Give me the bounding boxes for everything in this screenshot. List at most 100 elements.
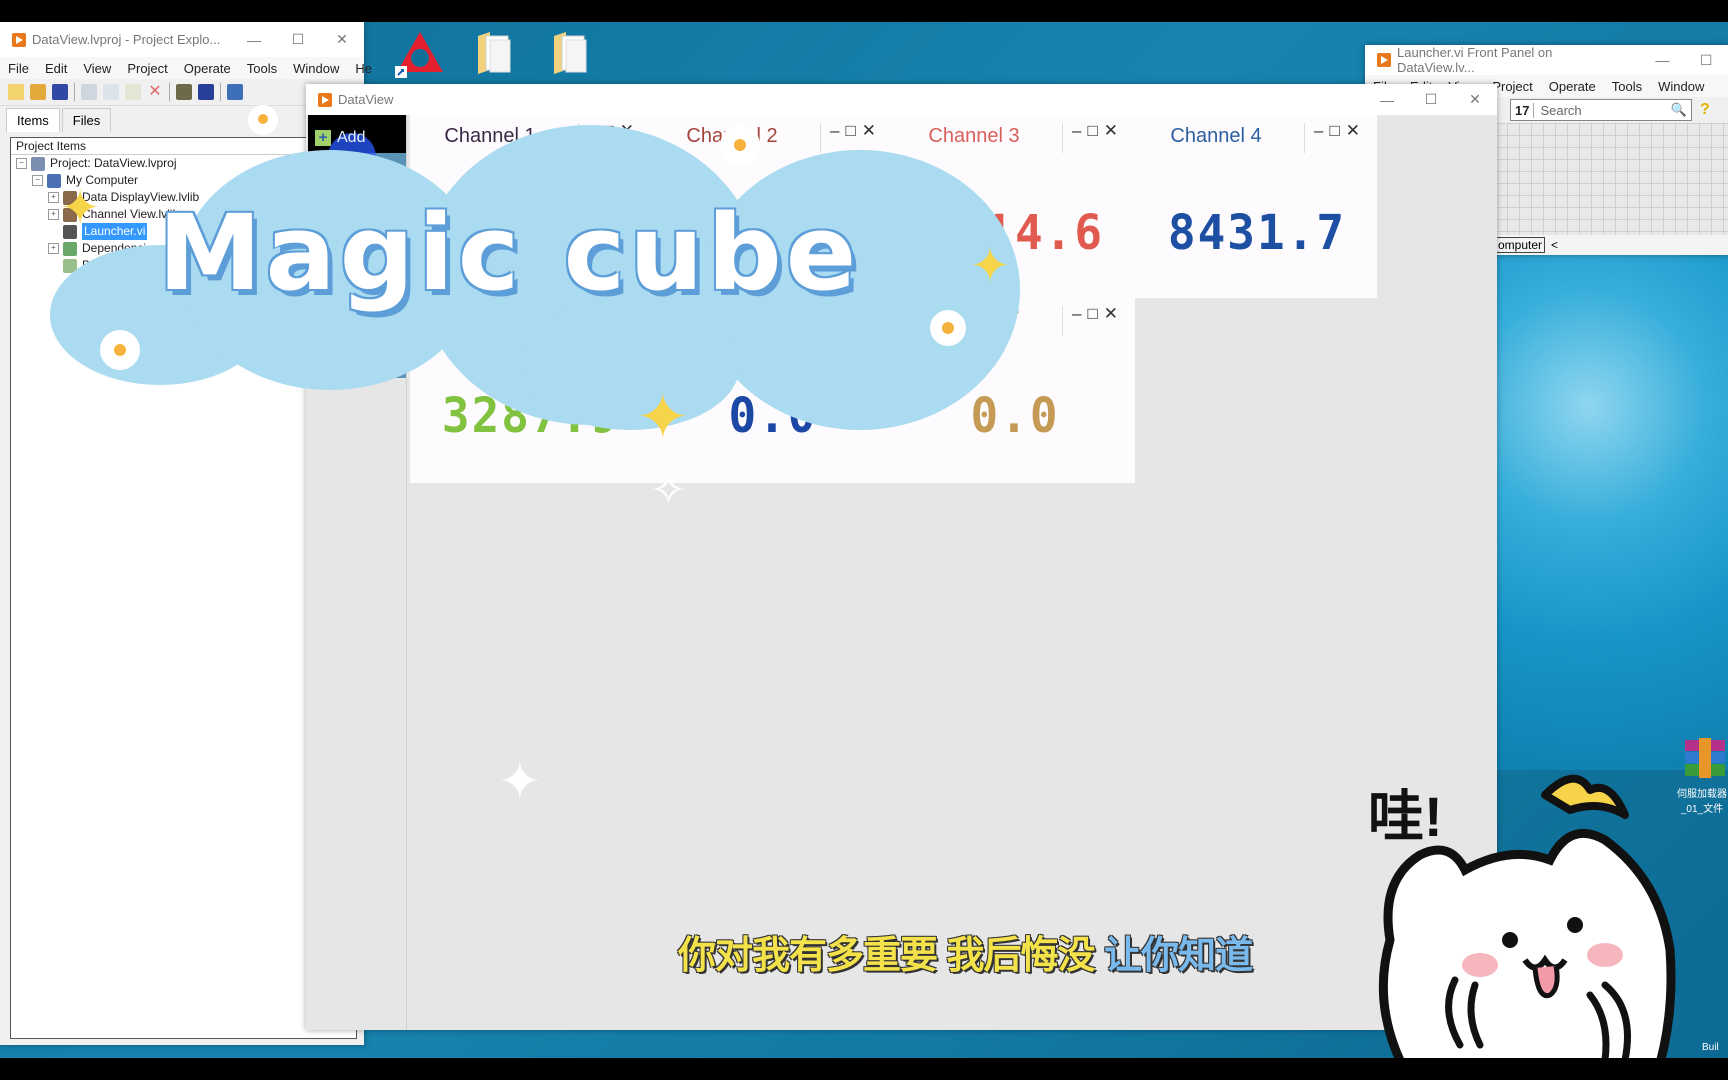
menu-help[interactable]: He — [347, 61, 380, 76]
dependencies-icon — [63, 241, 77, 256]
tab-items[interactable]: Items — [6, 108, 60, 132]
menu-window[interactable]: Window — [285, 61, 347, 76]
maximize-button[interactable]: ☐ — [1409, 91, 1453, 108]
minimize-button[interactable]: — — [1365, 92, 1409, 108]
close-icon[interactable]: ✕ — [862, 121, 882, 140]
labview-logo-icon — [318, 92, 332, 107]
maximize-button[interactable]: ☐ — [276, 31, 320, 48]
menu-tools[interactable]: Tools — [1604, 79, 1650, 94]
view-options-icon[interactable] — [227, 84, 243, 100]
search-placeholder: Search — [1540, 102, 1582, 118]
new-icon[interactable] — [8, 84, 24, 100]
project-menubar: File Edit View Project Operate Tools Win… — [0, 57, 372, 79]
cloud-sticker — [520, 300, 740, 430]
subtitle-highlight: 让你知道 — [1104, 935, 1253, 977]
copy-icon[interactable] — [103, 84, 119, 100]
flower-sticker — [930, 310, 966, 346]
divider — [1304, 123, 1305, 153]
expand-icon[interactable]: + — [48, 192, 59, 203]
divider — [820, 123, 821, 153]
collapse-icon[interactable]: − — [32, 175, 43, 186]
scroll-left-icon[interactable]: < — [1551, 238, 1558, 252]
labview-logo-icon — [12, 32, 26, 47]
tab-files[interactable]: Files — [61, 108, 112, 132]
close-icon[interactable]: ✕ — [1346, 121, 1366, 140]
divider — [1062, 123, 1063, 153]
build-label: Buil — [1702, 1042, 1719, 1053]
channel-panel[interactable]: Channel 4 –□✕ 8431.7 — [1136, 115, 1378, 298]
cat-sticker-icon — [1378, 774, 1676, 1080]
cut-icon[interactable] — [81, 84, 97, 100]
help-icon[interactable]: ? — [1700, 101, 1710, 119]
minimize-button[interactable]: — — [232, 32, 276, 48]
close-icon[interactable]: ✕ — [1104, 121, 1124, 140]
flower-sticker — [720, 125, 760, 165]
top-letterbox — [0, 0, 1728, 22]
minimize-icon[interactable]: – — [1072, 304, 1087, 323]
close-button[interactable]: ✕ — [1453, 91, 1497, 108]
dataview-titlebar[interactable]: DataView — ☐ ✕ — [306, 84, 1497, 115]
magic-cube-title: Magic cube — [158, 192, 861, 314]
menu-view[interactable]: View — [75, 61, 119, 76]
flower-sticker — [248, 105, 278, 135]
maximize-icon[interactable]: □ — [1329, 121, 1345, 140]
project-icon — [31, 156, 45, 171]
menu-edit[interactable]: Edit — [37, 61, 75, 76]
minimize-icon[interactable]: – — [1072, 121, 1087, 140]
target-label: omputer — [1495, 237, 1546, 253]
sparkle-icon: ✦ — [636, 381, 690, 453]
menu-file[interactable]: File — [0, 61, 37, 76]
folder-icon[interactable] — [552, 30, 588, 79]
video-subtitle: 你对我有多重要 我后悔没 让你知道 — [678, 924, 1253, 979]
build-icon[interactable] — [176, 84, 192, 100]
minimize-icon[interactable]: – — [1314, 121, 1329, 140]
expand-icon[interactable]: + — [48, 209, 59, 220]
minimize-icon[interactable]: – — [830, 121, 845, 140]
minimize-button[interactable]: — — [1640, 52, 1684, 68]
divider — [1062, 306, 1063, 336]
plus-icon: + — [315, 130, 331, 146]
menu-project[interactable]: Project — [119, 61, 175, 76]
subtitle-main: 你对我有多重要 我后悔没 — [678, 935, 1105, 977]
delete-icon[interactable]: ✕ — [147, 84, 163, 100]
search-field[interactable]: 17 Search 🔍 — [1510, 99, 1692, 121]
collapse-icon[interactable]: − — [16, 158, 27, 169]
launcher-titlebar[interactable]: Launcher.vi Front Panel on DataView.lv..… — [1365, 45, 1728, 75]
close-button[interactable]: ✕ — [320, 31, 364, 48]
panel-controls: –□✕ — [830, 121, 882, 141]
flower-sticker — [100, 330, 140, 370]
launcher-title: Launcher.vi Front Panel on DataView.lv..… — [1397, 45, 1553, 75]
panel-controls: –□✕ — [1314, 121, 1366, 141]
font-size-selector[interactable]: 17 — [1511, 102, 1535, 118]
project-explorer-title: DataView.lvproj - Project Explo... — [32, 32, 221, 47]
menu-operate[interactable]: Operate — [176, 61, 239, 76]
maximize-button[interactable]: ☐ — [1684, 52, 1728, 69]
labview-logo-icon — [1377, 53, 1391, 67]
close-icon[interactable]: ✕ — [1104, 304, 1124, 323]
project-explorer-titlebar[interactable]: DataView.lvproj - Project Explo... — ☐ ✕ — [0, 22, 364, 57]
open-icon[interactable] — [30, 84, 46, 100]
menu-tools[interactable]: Tools — [239, 61, 285, 76]
sparkle-icon: ✦ — [498, 753, 542, 811]
front-panel-grid — [1495, 123, 1728, 235]
menu-operate[interactable]: Operate — [1541, 79, 1604, 94]
maximize-icon[interactable]: □ — [1087, 304, 1103, 323]
launcher-status-bar: omputer < — [1495, 235, 1728, 255]
folder-icon[interactable] — [476, 30, 512, 79]
paste-icon[interactable] — [125, 84, 141, 100]
channel-value: 8431.7 — [1167, 203, 1347, 261]
maximize-icon[interactable]: □ — [1087, 121, 1103, 140]
dataview-title: DataView — [338, 92, 394, 107]
desktop-wallpaper-water — [1495, 250, 1728, 770]
search-icon[interactable]: 🔍 — [1671, 102, 1691, 118]
panel-controls: –□✕ — [1072, 304, 1124, 324]
save-icon[interactable] — [198, 84, 214, 100]
channel-title: Channel 4 — [1170, 125, 1262, 147]
sparkle-icon: ✧ — [650, 466, 687, 515]
expand-icon[interactable]: + — [48, 243, 59, 254]
save-all-icon[interactable] — [52, 84, 68, 100]
sparkle-icon: ✦ — [970, 240, 1011, 293]
menu-window[interactable]: Window — [1650, 79, 1712, 94]
maximize-icon[interactable]: □ — [845, 121, 861, 140]
app-shortcut-icon[interactable] — [395, 30, 445, 83]
